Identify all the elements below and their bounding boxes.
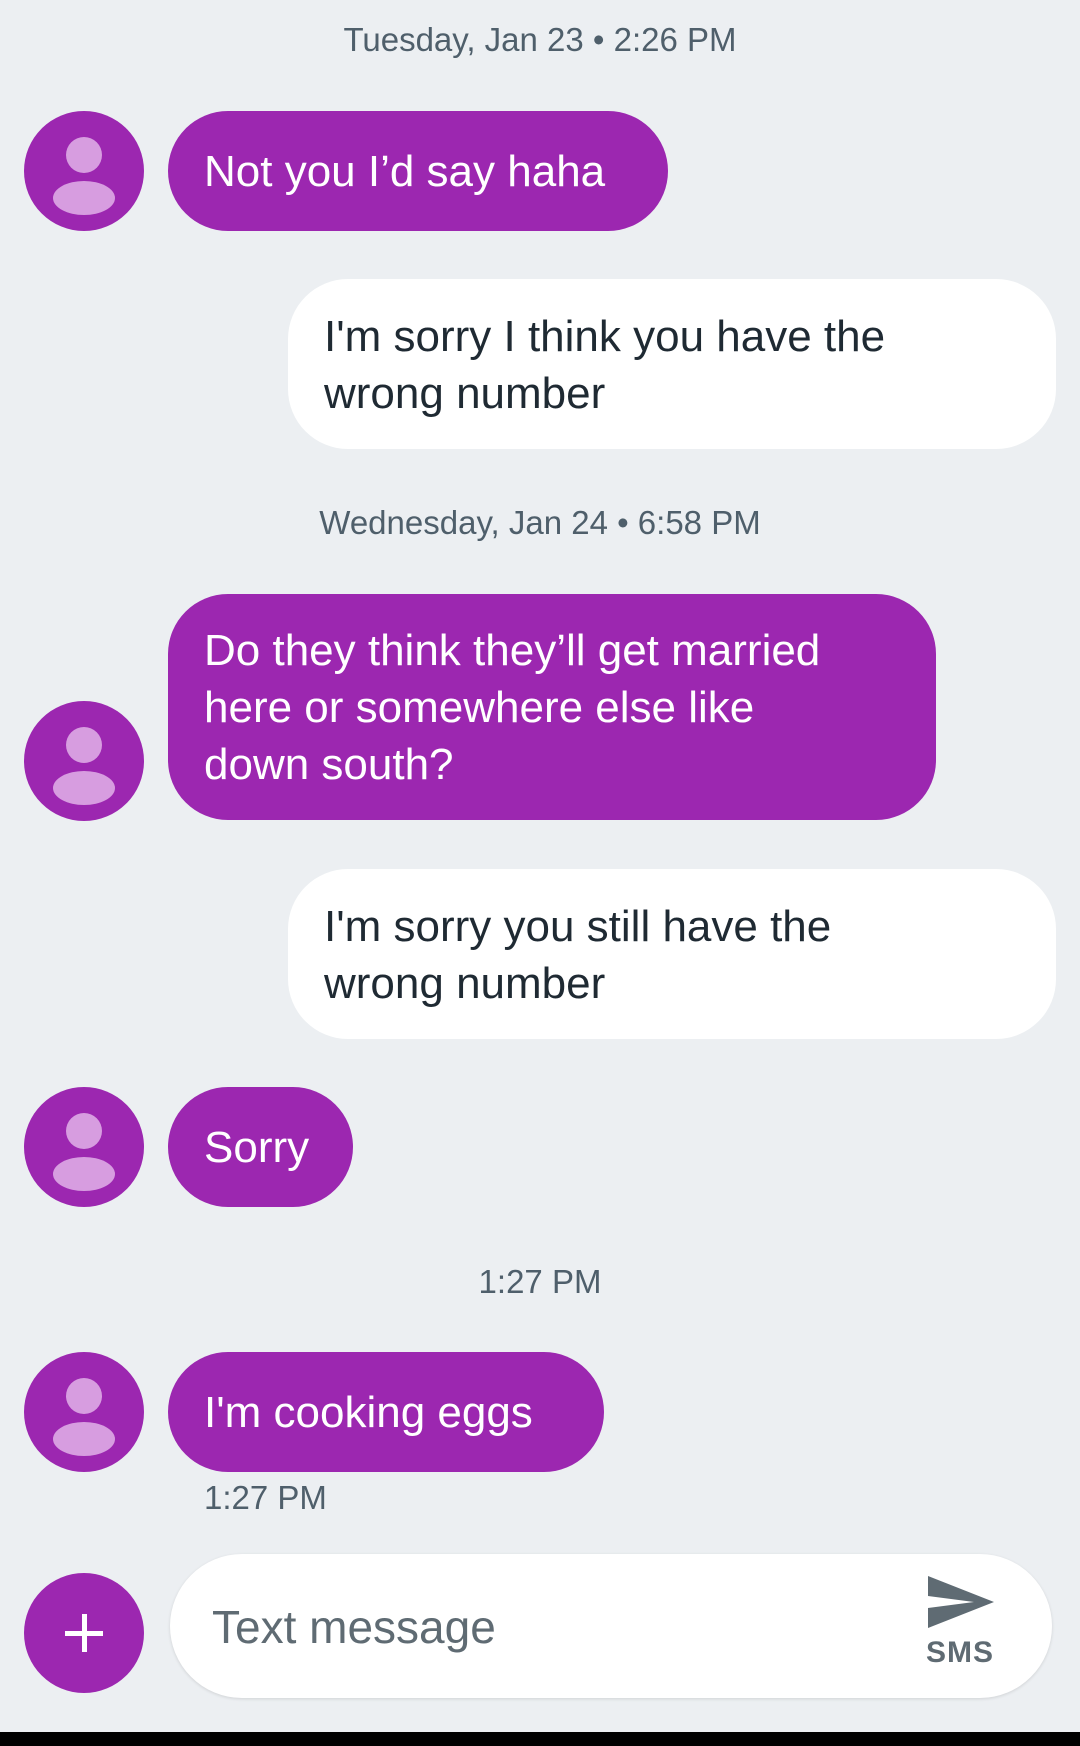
- contact-avatar[interactable]: [24, 701, 144, 821]
- incoming-message-bubble[interactable]: Not you I’d say haha: [168, 111, 668, 231]
- contact-avatar[interactable]: [24, 1087, 144, 1207]
- message-line: I'm sorry you still have the: [324, 902, 832, 951]
- person-icon-body: [53, 771, 115, 805]
- message-text: I'm cooking eggs: [204, 1388, 533, 1437]
- person-icon-body: [53, 1422, 115, 1456]
- incoming-message-bubble[interactable]: I'm cooking eggs: [168, 1352, 604, 1472]
- person-icon-head: [66, 137, 102, 173]
- message-line: I'm sorry I think you have the: [324, 312, 886, 361]
- message-line: here or somewhere else like: [204, 683, 755, 732]
- message-text: Not you I’d say haha: [204, 147, 606, 196]
- person-icon-head: [66, 1378, 102, 1414]
- message-line: down south?: [204, 740, 454, 789]
- outgoing-message-bubble[interactable]: I'm sorry I think you have the wrong num…: [288, 279, 1056, 449]
- message-line: wrong number: [324, 959, 606, 1008]
- send-icon: [928, 1576, 994, 1628]
- message-line: wrong number: [324, 369, 606, 418]
- plus-icon: [65, 1614, 103, 1652]
- text-message-input[interactable]: [210, 1594, 854, 1660]
- contact-avatar[interactable]: [24, 1352, 144, 1472]
- contact-avatar[interactable]: [24, 111, 144, 231]
- person-icon-body: [53, 181, 115, 215]
- timestamp-divider: Wednesday, Jan 24 • 6:58 PM: [319, 504, 761, 541]
- navigation-bar-edge: [0, 1732, 1080, 1746]
- person-icon-head: [66, 727, 102, 763]
- message-line: Do they think they’ll get married: [204, 626, 821, 675]
- send-sms-button[interactable]: SMS: [890, 1572, 1030, 1682]
- add-attachment-button[interactable]: [24, 1573, 144, 1693]
- person-icon-head: [66, 1113, 102, 1149]
- message-text: Sorry: [204, 1123, 310, 1172]
- message-time: 1:27 PM: [204, 1479, 327, 1516]
- incoming-message-bubble[interactable]: Do they think they’ll get married here o…: [168, 594, 936, 820]
- timestamp-divider: Tuesday, Jan 23 • 2:26 PM: [343, 21, 737, 58]
- outgoing-message-bubble[interactable]: I'm sorry you still have the wrong numbe…: [288, 869, 1056, 1039]
- send-button-label: SMS: [925, 1636, 994, 1669]
- incoming-message-bubble[interactable]: Sorry: [168, 1087, 353, 1207]
- timestamp-divider: 1:27 PM: [478, 1263, 602, 1300]
- person-icon-body: [53, 1157, 115, 1191]
- message-composer: SMS: [170, 1554, 1052, 1698]
